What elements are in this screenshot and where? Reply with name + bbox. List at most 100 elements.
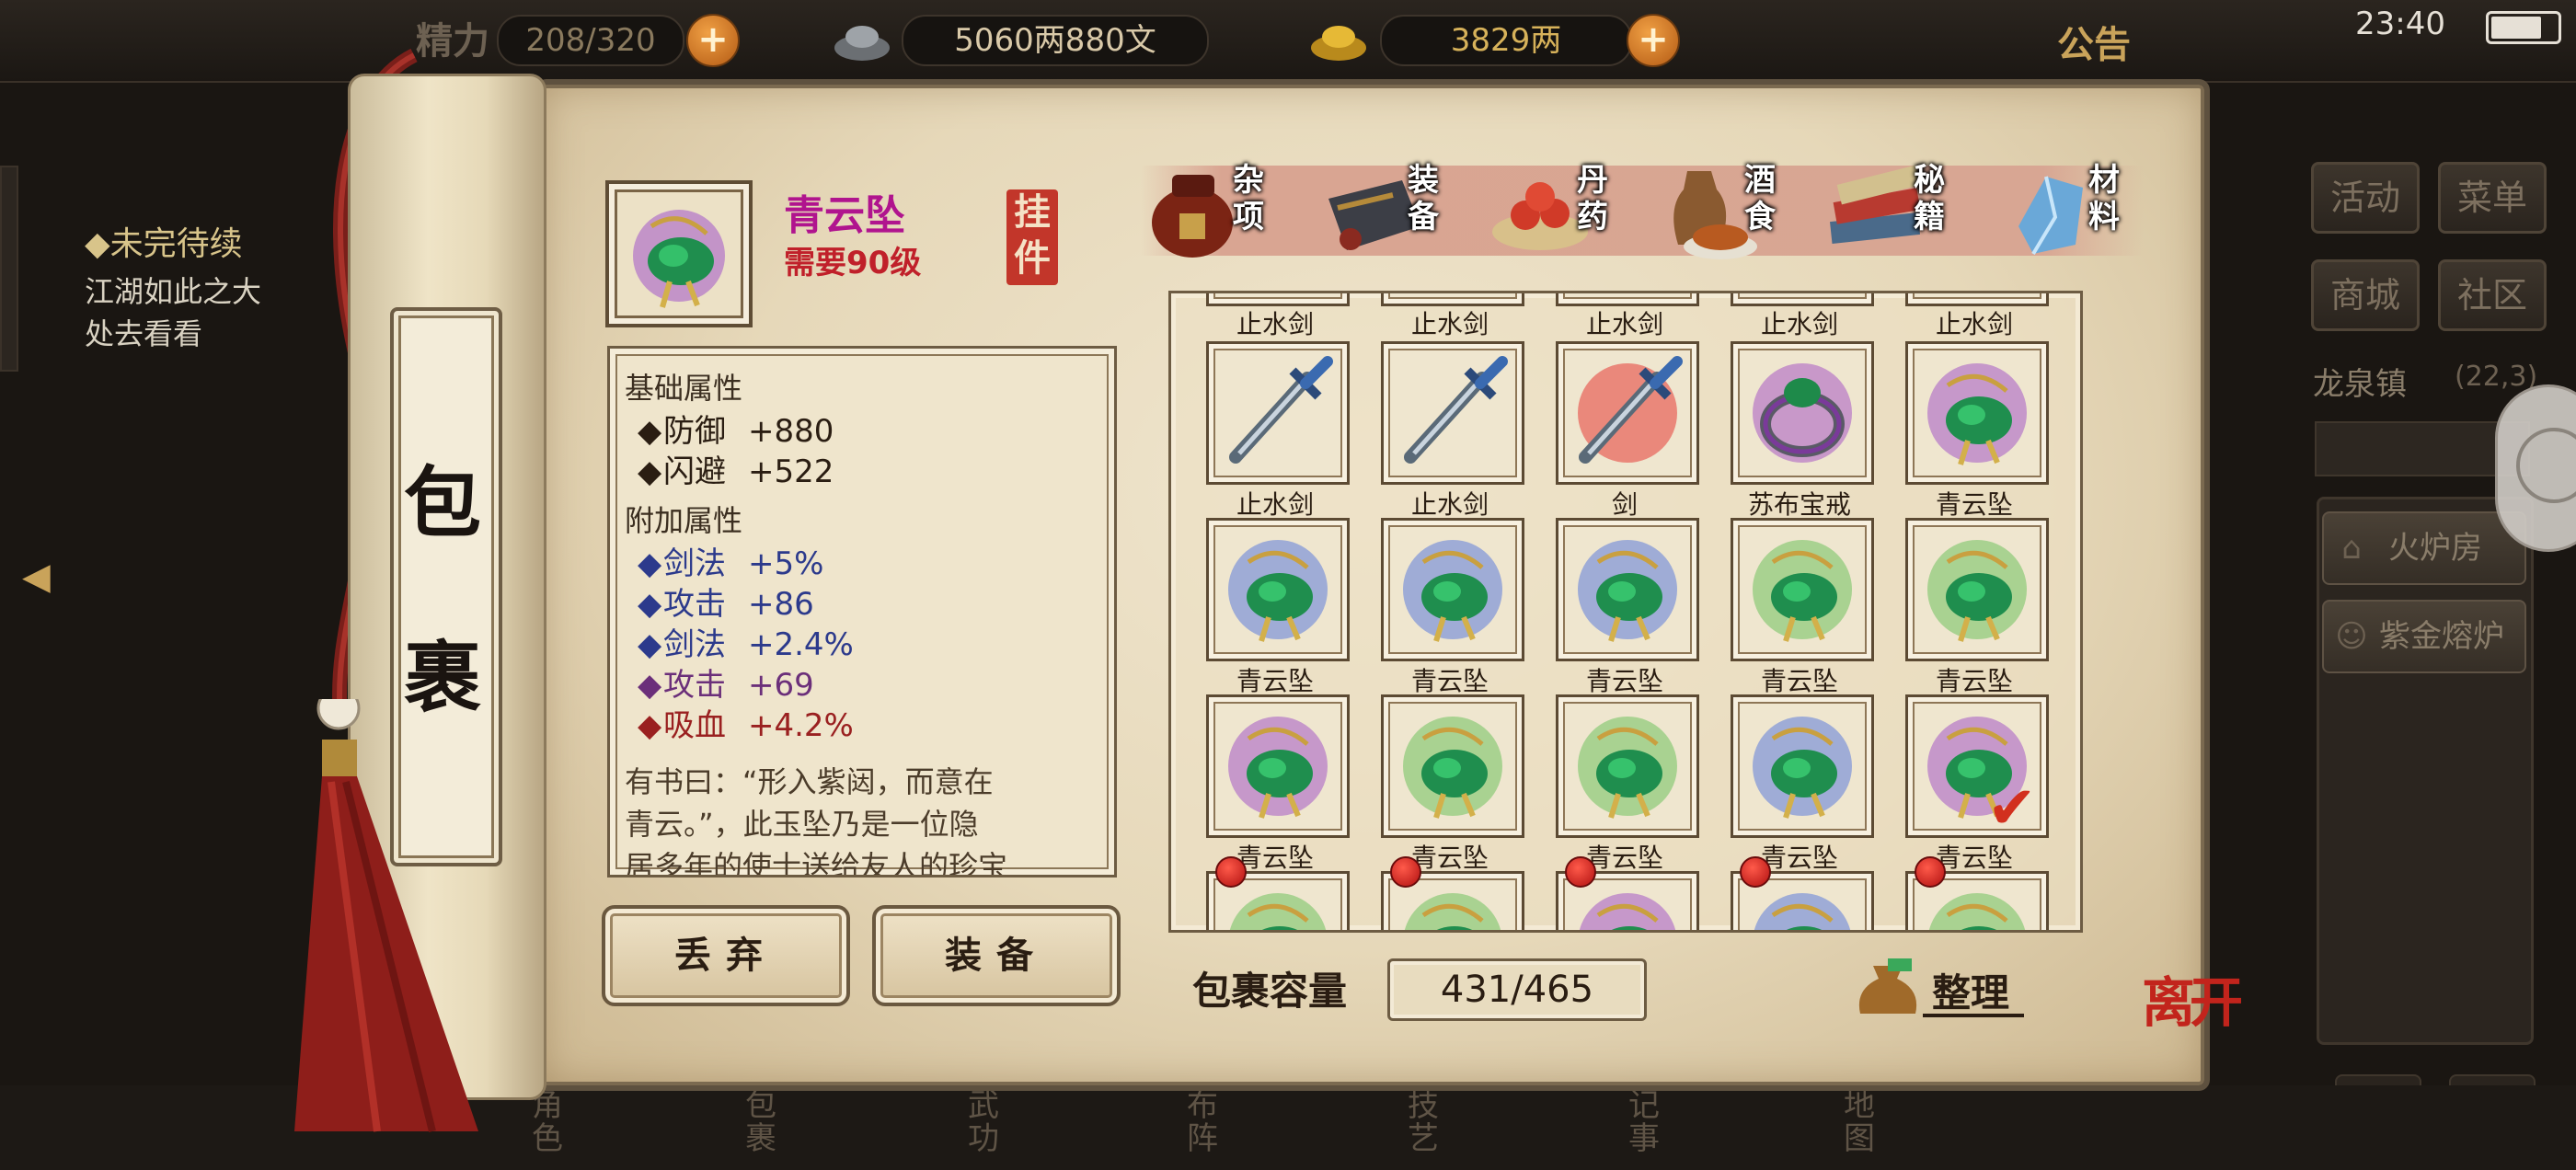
attr-row: ◆闪避 +522 xyxy=(638,453,834,490)
ring-icon xyxy=(1753,363,1852,463)
attr-row: ◆剑法 +2.4% xyxy=(638,626,854,663)
jade-pendant-icon xyxy=(1578,540,1677,642)
cell-label: 止水剑 xyxy=(1236,489,1314,520)
inventory-cell[interactable] xyxy=(1905,518,2049,661)
jade-pendant-icon xyxy=(1928,893,2026,930)
cell-label: 青云坠 xyxy=(1585,666,1663,696)
gold-ingot-icon xyxy=(1311,26,1366,61)
sword-icon xyxy=(1404,356,1508,464)
category-manual-tab[interactable]: 秘籍 xyxy=(1825,156,1991,267)
inventory-cell[interactable]: ✔ xyxy=(1905,694,2049,843)
gold-furnace-button[interactable]: ☺ 紫金熔炉 xyxy=(2322,600,2526,673)
stamina-add-button[interactable]: + xyxy=(686,14,740,67)
collapse-arrow-icon[interactable]: ◀ xyxy=(22,556,70,603)
leave-button[interactable]: 离开 xyxy=(2142,975,2252,1095)
inventory-cell[interactable] xyxy=(1556,518,1699,661)
nav-skills[interactable]: 技艺 xyxy=(1408,1089,1444,1155)
inventory-cell[interactable] xyxy=(1731,518,1874,661)
sword-icon xyxy=(1578,356,1683,464)
selected-item-level: 需要90级 xyxy=(784,245,922,281)
notice-button[interactable]: 公告 xyxy=(2057,15,2131,68)
jade-pendant-icon xyxy=(1578,717,1677,819)
jade-pendant-icon xyxy=(633,210,725,308)
cell-label: 止水剑 xyxy=(1760,309,1838,339)
face-icon xyxy=(2516,428,2576,503)
nav-journal[interactable]: 记事 xyxy=(1628,1089,1665,1155)
menu-button[interactable]: 菜单 xyxy=(2438,162,2547,234)
attr-row: ◆攻击 +86 xyxy=(638,586,814,623)
activity-button[interactable]: 活动 xyxy=(2311,162,2420,234)
cell-label: 止水剑 xyxy=(1585,309,1663,339)
cell-label: 青云坠 xyxy=(1585,843,1663,873)
quest-line-2: 处去看看 xyxy=(85,316,203,351)
discard-button[interactable]: 丢弃 xyxy=(602,905,850,1006)
jade-pendant-icon xyxy=(1753,717,1852,819)
nav-bag[interactable]: 包裹 xyxy=(745,1089,782,1155)
silver-amount: 5060两880文 xyxy=(902,15,1209,66)
jade-pendant-icon xyxy=(1228,540,1328,642)
attribute-box[interactable]: 基础属性 ◆防御 +880 ◆闪避 +522 附加属性 ◆剑法 +5% ◆攻击 +86 … xyxy=(607,346,1117,878)
jade-pendant-icon xyxy=(1927,540,2027,642)
battery-icon xyxy=(2486,11,2561,44)
shop-button[interactable]: 商城 xyxy=(2311,259,2420,331)
capacity-value: 431/465 xyxy=(1387,958,1647,1021)
jade-pendant-icon xyxy=(1403,717,1502,819)
equip-button[interactable]: 装备 xyxy=(872,905,1121,1006)
cell-label: 青云坠 xyxy=(1935,489,2013,520)
nav-map[interactable]: 地图 xyxy=(1844,1089,1880,1155)
new-item-badge xyxy=(1915,856,1946,888)
new-item-badge xyxy=(1215,856,1247,888)
inventory-cell[interactable] xyxy=(1731,341,1874,485)
inventory-cell[interactable] xyxy=(1556,341,1699,485)
nav-formation[interactable]: 布阵 xyxy=(1187,1089,1224,1155)
attr-row: ◆攻击 +69 xyxy=(638,667,814,704)
inventory-cell[interactable] xyxy=(1731,694,1874,838)
inventory-cell[interactable] xyxy=(1381,518,1524,661)
nav-character[interactable]: 角色 xyxy=(532,1089,569,1155)
new-item-badge xyxy=(1390,856,1421,888)
person-icon: ☺ xyxy=(2335,618,2368,655)
inventory-cell[interactable] xyxy=(1206,694,1350,838)
floating-assistant-button[interactable] xyxy=(2495,384,2576,552)
jade-pendant-icon xyxy=(1754,893,1851,930)
item-description: 有书曰：“形入紫闼，而意在 青云。”，此玉坠乃是一位隐 居多年的使士送给友人的珍… xyxy=(625,764,1008,878)
category-medicine-tab[interactable]: 丹药 xyxy=(1489,156,1654,267)
sort-underline xyxy=(1923,1014,2024,1017)
inventory-cell[interactable] xyxy=(1206,518,1350,661)
hut-icon: ⌂ xyxy=(2341,530,2362,567)
category-equipment-tab[interactable]: 装备 xyxy=(1319,156,1485,267)
wine-jar-icon xyxy=(1152,175,1233,258)
cell-label: 青云坠 xyxy=(1410,666,1489,696)
inventory-grid[interactable]: 止水剑 止水剑 止水剑 止水剑 止水剑 止水剑 止水剑剑苏布宝戒 青云坠 青云坠 青云坠 青云坠 青云… xyxy=(1168,291,2083,933)
category-misc-tab[interactable]: 杂项 xyxy=(1144,156,1310,267)
left-edge-tab[interactable] xyxy=(0,166,18,372)
furnace-room-button[interactable]: ⌂ 火炉房 xyxy=(2322,511,2526,585)
inventory-cell[interactable] xyxy=(1556,694,1699,838)
inventory-cell[interactable] xyxy=(1381,694,1524,838)
stamina-counter: 208/320 xyxy=(497,15,684,66)
community-button[interactable]: 社区 xyxy=(2438,259,2547,331)
inventory-cell[interactable] xyxy=(1905,341,2049,485)
quest-title[interactable]: ◆未完待续 xyxy=(85,217,243,265)
cell-label: 青云坠 xyxy=(1236,666,1314,696)
gold-add-button[interactable]: + xyxy=(1627,14,1680,67)
item-type-seal: 挂件 xyxy=(1006,189,1058,285)
jade-pendant-icon xyxy=(1579,893,1676,930)
extra-attr-header: 附加属性 xyxy=(625,503,743,538)
selected-item-frame xyxy=(605,180,753,327)
cell-label: 止水剑 xyxy=(1236,309,1314,339)
sword-icon xyxy=(1229,356,1333,464)
sort-button[interactable]: 整理 xyxy=(1932,962,2009,1018)
category-material-tab[interactable]: 材料 xyxy=(2000,156,2166,267)
jade-pendant-icon xyxy=(1753,540,1852,642)
title-char-bao: 包 xyxy=(403,457,481,548)
money-bag-icon xyxy=(1858,958,1917,1014)
inventory-cell[interactable] xyxy=(1206,341,1350,485)
cell-label: 止水剑 xyxy=(1410,309,1489,339)
category-food-tab[interactable]: 酒食 xyxy=(1656,156,1822,267)
cell-label: 青云坠 xyxy=(1935,843,2013,873)
selected-item-name: 青云坠 xyxy=(784,192,905,239)
inventory-cell[interactable] xyxy=(1381,341,1524,485)
nav-martial-arts[interactable]: 武功 xyxy=(968,1089,1005,1155)
cell-label: 青云坠 xyxy=(1760,666,1838,696)
